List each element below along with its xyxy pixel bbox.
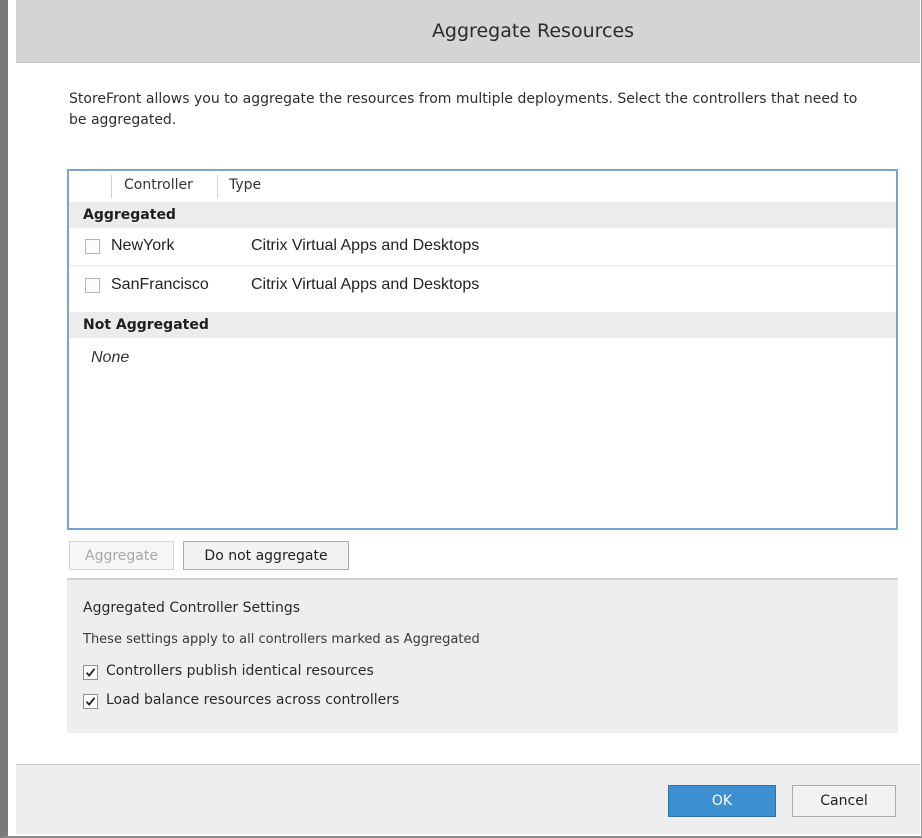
settings-title: Aggregated Controller Settings <box>83 600 301 616</box>
checkmark-icon <box>85 668 96 677</box>
controller-name: NewYork <box>111 237 175 254</box>
empty-group-text: None <box>91 349 130 366</box>
dialog-window: Aggregate Resources StoreFront allows yo… <box>0 0 922 838</box>
ok-button[interactable]: OK <box>668 785 776 817</box>
controller-type: Citrix Virtual Apps and Desktops <box>251 237 480 254</box>
controller-type: Citrix Virtual Apps and Desktops <box>251 276 480 293</box>
controller-name: SanFrancisco <box>111 276 209 293</box>
list-header: Controller Type <box>69 171 896 203</box>
option-label: Controllers publish identical resources <box>106 663 374 679</box>
do-not-aggregate-button[interactable]: Do not aggregate <box>183 541 349 570</box>
aggregated-controller-settings: Aggregated Controller Settings These set… <box>67 578 898 733</box>
column-header-type[interactable]: Type <box>229 177 261 193</box>
checkbox-checked[interactable] <box>83 665 98 680</box>
column-header-controller[interactable]: Controller <box>124 177 193 193</box>
option-label: Load balance resources across controller… <box>106 692 400 708</box>
window-title: Aggregate Resources <box>431 20 635 42</box>
checkmark-icon <box>85 697 96 706</box>
dialog-description: StoreFront allows you to aggregate the r… <box>69 91 858 128</box>
title-bar: Aggregate Resources <box>16 0 920 63</box>
group-header-not-aggregated: Not Aggregated <box>69 312 896 338</box>
column-divider <box>111 175 112 198</box>
controller-checkbox[interactable] <box>85 239 100 254</box>
dialog-footer: OK Cancel <box>16 764 920 834</box>
controller-row-sanfrancisco[interactable]: SanFrancisco Citrix Virtual Apps and Des… <box>69 268 896 304</box>
controller-list[interactable]: Controller Type Aggregated NewYork Citri… <box>67 169 898 530</box>
controller-checkbox[interactable] <box>85 278 100 293</box>
controller-row-newyork[interactable]: NewYork Citrix Virtual Apps and Desktops <box>69 229 896 266</box>
aggregate-button[interactable]: Aggregate <box>69 541 174 570</box>
cancel-button[interactable]: Cancel <box>792 785 896 817</box>
group-header-aggregated: Aggregated <box>69 202 896 228</box>
checkbox-checked[interactable] <box>83 694 98 709</box>
column-divider <box>217 175 218 198</box>
settings-description: These settings apply to all controllers … <box>83 632 480 647</box>
